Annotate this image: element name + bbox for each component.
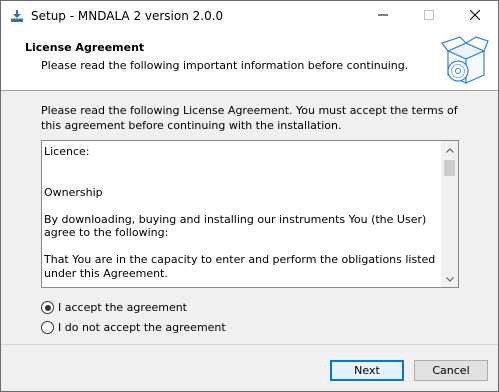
decline-label[interactable]: I do not accept the agreement (58, 321, 226, 334)
accept-label[interactable]: I accept the agreement (58, 301, 187, 314)
license-paragraph: By downloading, buying and installing ou… (44, 212, 427, 240)
setup-installer-icon (9, 8, 25, 24)
license-paragraph: That You are in the capacity to enter an… (44, 253, 436, 280)
accept-option[interactable]: I accept the agreement (41, 301, 187, 314)
chevron-up-icon (445, 143, 454, 156)
next-button[interactable]: Next (330, 360, 404, 381)
scroll-down-button[interactable] (441, 270, 458, 287)
license-paragraph (44, 172, 439, 186)
license-instructions: Please read the following License Agreem… (41, 104, 458, 132)
window-title: Setup - MNDALA 2 version 2.0.0 (31, 9, 224, 23)
software-box-with-disc-icon (438, 35, 490, 87)
close-icon (469, 9, 481, 23)
page-subtitle: Please read the following important info… (41, 59, 409, 72)
minimize-icon (378, 10, 388, 23)
decline-radio[interactable] (41, 321, 54, 334)
chevron-down-icon (445, 272, 454, 285)
scroll-up-button[interactable] (441, 141, 458, 158)
close-button[interactable] (452, 1, 498, 32)
license-text: Licence: Ownership By downloading, buyin… (44, 145, 439, 280)
cancel-button[interactable]: Cancel (414, 360, 488, 381)
maximize-button[interactable] (406, 1, 452, 32)
decline-option[interactable]: I do not accept the agreement (41, 321, 226, 334)
footer-divider (1, 344, 498, 345)
scroll-thumb[interactable] (444, 160, 455, 176)
maximize-icon (424, 10, 434, 23)
wizard-header: License Agreement Please read the follow… (1, 32, 498, 91)
vertical-scrollbar[interactable] (441, 141, 458, 287)
title-bar[interactable]: Setup - MNDALA 2 version 2.0.0 (1, 1, 498, 32)
license-paragraph (44, 199, 439, 213)
license-text-area[interactable]: Licence: Ownership By downloading, buyin… (41, 140, 459, 288)
license-paragraph: Ownership (44, 185, 103, 199)
minimize-button[interactable] (360, 1, 406, 32)
page-title: License Agreement (25, 41, 145, 54)
license-paragraph: Licence: (44, 145, 90, 158)
license-paragraph (44, 240, 439, 254)
setup-window: Setup - MNDALA 2 version 2.0.0 License A… (0, 0, 499, 392)
license-paragraph (44, 159, 439, 173)
accept-radio[interactable] (41, 301, 54, 314)
